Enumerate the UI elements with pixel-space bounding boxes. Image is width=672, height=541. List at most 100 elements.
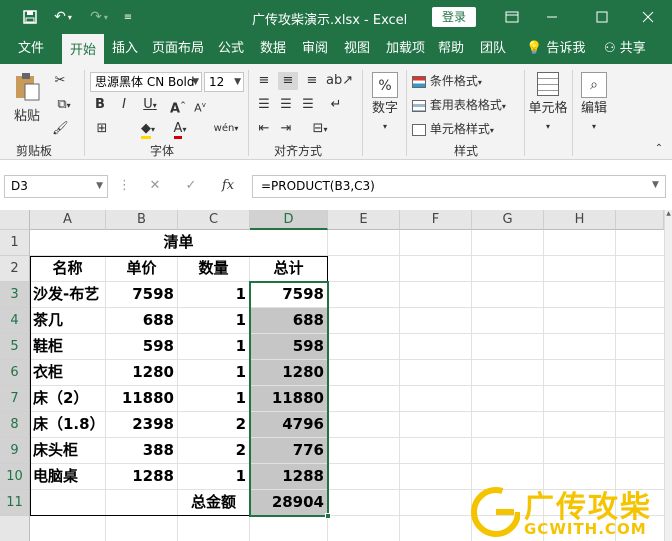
name-box[interactable]: D3 ▼: [4, 175, 108, 198]
insert-function-icon[interactable]: fx: [218, 177, 238, 195]
tab-addins[interactable]: 加载项: [378, 34, 433, 64]
row-header[interactable]: 9: [0, 438, 30, 464]
undo-icon[interactable]: ↶ ▾: [48, 0, 78, 34]
underline-icon[interactable]: U▾: [138, 96, 162, 115]
tab-help[interactable]: 帮助: [430, 34, 472, 64]
decrease-font-icon[interactable]: Av: [192, 96, 208, 118]
item-name-cell[interactable]: 鞋柜: [30, 334, 106, 360]
quantity-cell[interactable]: 1: [178, 360, 250, 386]
sheet-title-cell[interactable]: 清单: [30, 230, 328, 256]
number-format-button[interactable]: % 数字 ▾: [368, 72, 402, 132]
item-name-cell[interactable]: 电脑桌: [30, 464, 106, 490]
quantity-cell[interactable]: 1: [178, 386, 250, 412]
select-all-corner[interactable]: [0, 210, 30, 230]
tab-view[interactable]: 视图: [336, 34, 378, 64]
cells-button[interactable]: 单元格 ▾: [528, 72, 568, 132]
header-cell[interactable]: 单价: [106, 256, 178, 282]
border-icon[interactable]: ⊞: [92, 120, 112, 138]
tab-file[interactable]: 文件: [10, 34, 52, 64]
column-header[interactable]: H: [544, 210, 616, 230]
tell-me-box[interactable]: 💡 告诉我: [518, 34, 593, 64]
orientation-icon[interactable]: ab↗: [326, 72, 353, 90]
maximize-icon[interactable]: [590, 0, 614, 34]
header-cell[interactable]: 数量: [178, 256, 250, 282]
row-header[interactable]: 5: [0, 334, 30, 360]
price-cell[interactable]: 688: [106, 308, 178, 334]
copy-icon[interactable]: ⧉▾: [52, 96, 76, 112]
ribbon-display-icon[interactable]: [500, 0, 524, 34]
format-painter-icon[interactable]: 🖌: [52, 120, 69, 136]
redo-icon[interactable]: ↷ ▾: [84, 0, 114, 34]
item-name-cell[interactable]: 床（1.8）: [30, 412, 106, 438]
row-header[interactable]: 11: [0, 490, 30, 516]
item-name-cell[interactable]: 床头柜: [30, 438, 106, 464]
column-header[interactable]: [616, 210, 664, 230]
font-size-combo[interactable]: 12 ▼: [204, 72, 244, 92]
tab-data[interactable]: 数据: [252, 34, 294, 64]
row-header[interactable]: 6: [0, 360, 30, 386]
column-header[interactable]: A: [30, 210, 106, 230]
tab-page-layout[interactable]: 页面布局: [144, 34, 212, 64]
align-center-icon[interactable]: ☰: [278, 96, 294, 114]
empty-cell[interactable]: [178, 516, 250, 541]
total-cell[interactable]: 688: [250, 308, 328, 334]
row-header[interactable]: 4: [0, 308, 30, 334]
italic-icon[interactable]: I: [116, 96, 132, 114]
formula-input[interactable]: =PRODUCT(B3,C3): [252, 175, 666, 198]
quantity-cell[interactable]: 2: [178, 438, 250, 464]
cancel-icon[interactable]: ✕: [146, 177, 164, 195]
tab-team[interactable]: 团队: [472, 34, 514, 64]
row-header[interactable]: 8: [0, 412, 30, 438]
tab-home[interactable]: 开始: [62, 34, 105, 64]
header-cell[interactable]: 名称: [30, 256, 106, 282]
item-name-cell[interactable]: 床（2）: [30, 386, 106, 412]
row-header[interactable]: 1: [0, 230, 30, 256]
header-cell[interactable]: 总计: [250, 256, 328, 282]
worksheet-grid[interactable]: A B C D E F G H 1 2 3 4 5 6 7 8 9 10 11 …: [0, 210, 664, 541]
fill-color-icon[interactable]: ◆▾: [136, 120, 160, 139]
scroll-up-arrow-icon[interactable]: ▲: [665, 210, 672, 217]
column-header[interactable]: G: [472, 210, 544, 230]
total-label-cell[interactable]: 总金额: [178, 490, 250, 516]
tab-formulas[interactable]: 公式: [210, 34, 252, 64]
total-cell[interactable]: 1280: [250, 360, 328, 386]
conditional-format-button[interactable]: 条件格式▾: [412, 72, 518, 92]
login-button[interactable]: 登录: [432, 7, 476, 27]
quantity-cell[interactable]: 1: [178, 282, 250, 308]
price-cell[interactable]: 7598: [106, 282, 178, 308]
close-icon[interactable]: [636, 0, 660, 34]
column-header[interactable]: C: [178, 210, 250, 230]
column-header[interactable]: E: [328, 210, 400, 230]
row-header[interactable]: 3: [0, 282, 30, 308]
column-header[interactable]: D: [250, 210, 328, 230]
item-name-cell[interactable]: 沙发-布艺: [30, 282, 106, 308]
wrap-text-icon[interactable]: ↵: [326, 96, 346, 114]
customize-toolbar-icon[interactable]: ≡: [120, 0, 136, 34]
empty-cell[interactable]: [30, 516, 106, 541]
total-cell[interactable]: 4796: [250, 412, 328, 438]
phonetic-icon[interactable]: wén▾: [212, 120, 240, 138]
total-cell[interactable]: 598: [250, 334, 328, 360]
decrease-indent-icon[interactable]: ⇤: [256, 120, 272, 138]
font-name-combo[interactable]: 思源黑体 CN Bold ▼: [90, 72, 202, 92]
empty-cell[interactable]: [106, 490, 178, 516]
row-header[interactable]: [0, 516, 30, 541]
align-middle-icon[interactable]: ≡: [278, 72, 298, 90]
align-top-icon[interactable]: ≡: [256, 72, 272, 90]
empty-cell[interactable]: [250, 516, 328, 541]
quantity-cell[interactable]: 1: [178, 308, 250, 334]
total-cell[interactable]: 776: [250, 438, 328, 464]
empty-cell[interactable]: [30, 490, 106, 516]
price-cell[interactable]: 598: [106, 334, 178, 360]
empty-cells[interactable]: [328, 230, 664, 541]
increase-indent-icon[interactable]: ⇥: [278, 120, 294, 138]
price-cell[interactable]: 1288: [106, 464, 178, 490]
bold-icon[interactable]: B: [92, 96, 108, 114]
item-name-cell[interactable]: 衣柜: [30, 360, 106, 386]
empty-cell[interactable]: [106, 516, 178, 541]
price-cell[interactable]: 11880: [106, 386, 178, 412]
cut-icon[interactable]: ✂: [52, 72, 68, 88]
share-button[interactable]: ⚇ 共享: [596, 34, 654, 64]
editing-button[interactable]: ⌕ 编辑 ▾: [576, 72, 612, 132]
price-cell[interactable]: 1280: [106, 360, 178, 386]
